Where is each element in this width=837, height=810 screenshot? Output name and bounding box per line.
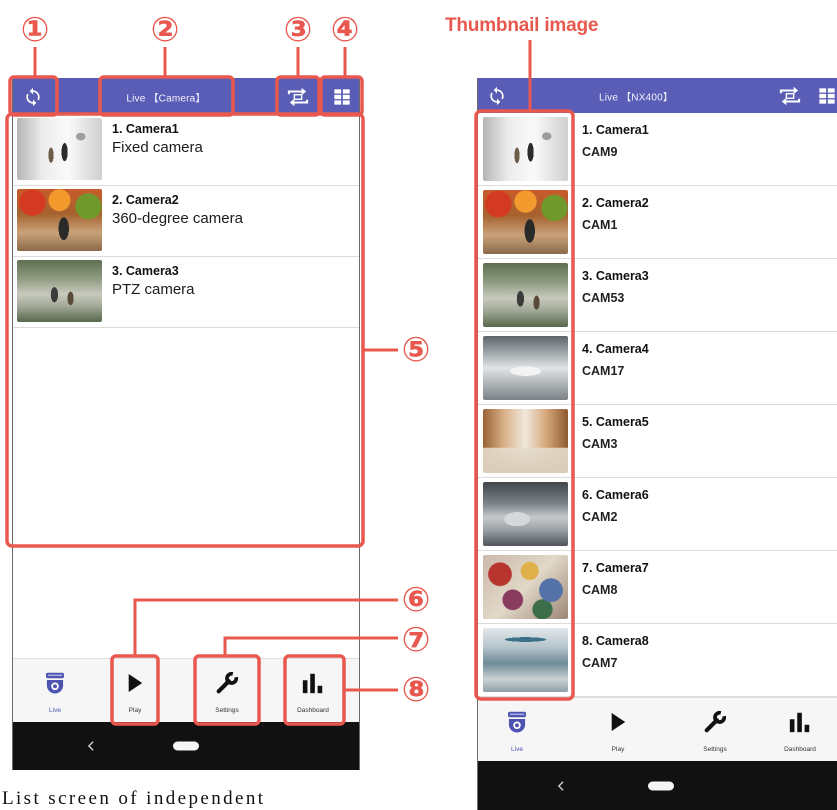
nav-live[interactable]: Live <box>23 659 87 723</box>
camera-name: 4. Camera4 <box>582 342 649 356</box>
sync-icon[interactable] <box>487 86 507 106</box>
camera-id: CAM3 <box>582 437 618 451</box>
nav-dashboard[interactable]: Dashboard <box>281 659 345 723</box>
callout-number-5: ⑤ <box>401 330 431 370</box>
nav-label: Live <box>511 746 523 753</box>
camera-list-item[interactable]: 2. Camera2 360-degree camera <box>13 186 359 257</box>
camera-id: CAM8 <box>582 583 618 597</box>
thumbnail-image <box>483 628 568 692</box>
thumbnail-image <box>483 117 568 181</box>
nav-label: Live <box>49 707 61 714</box>
thumbnail-image <box>17 260 102 322</box>
bottom-nav: Live Play Settings Dashboard <box>13 658 359 723</box>
nav-dashboard[interactable]: Dashboard <box>768 698 832 762</box>
nav-label: Dashboard <box>297 707 329 714</box>
thumbnail-image <box>483 482 568 546</box>
callout-number-2: ② <box>150 10 180 50</box>
callout-number-4: ④ <box>330 10 360 50</box>
thumbnail-image <box>483 263 568 327</box>
thumbnail-image <box>483 336 568 400</box>
camera-list-item[interactable]: 7. Camera7 CAM8 <box>478 551 837 624</box>
play-icon <box>609 710 627 734</box>
camera-name: 3. Camera3 <box>582 269 649 283</box>
switch-icon[interactable] <box>286 87 310 107</box>
thumbnail-image <box>483 190 568 254</box>
grid-icon[interactable] <box>819 87 836 104</box>
callout-number-7: ⑦ <box>401 620 431 660</box>
camera-id: CAM2 <box>582 510 618 524</box>
camera-name: 2. Camera2 <box>112 193 179 207</box>
right-phone-screen: Live 【NX400】 1. Camera1 CAM9 2. Camera2 … <box>477 78 837 810</box>
figure-caption: List screen of independent <box>2 788 266 809</box>
callout-number-1: ① <box>20 10 50 50</box>
camera-name: 1. Camera1 <box>582 123 649 137</box>
camera-name: 8. Camera8 <box>582 634 649 648</box>
bar-chart-icon <box>788 710 812 734</box>
camera-id: CAM9 <box>582 145 618 159</box>
camera-list-item[interactable]: 5. Camera5 CAM3 <box>478 405 837 478</box>
nav-play[interactable]: Play <box>103 659 167 723</box>
thumbnail-image <box>17 189 102 251</box>
system-nav-bar <box>478 761 837 810</box>
nav-play[interactable]: Play <box>586 698 650 762</box>
camera-id: CAM53 <box>582 291 625 305</box>
thumbnail-image <box>483 409 568 473</box>
nav-label: Play <box>128 707 142 714</box>
dome-camera-icon <box>506 710 528 737</box>
wrench-icon <box>702 710 728 734</box>
bottom-nav: Live Play Settings Dashboard <box>478 697 837 762</box>
camera-id: CAM7 <box>582 656 618 670</box>
nav-settings[interactable]: Settings <box>683 698 747 762</box>
camera-type: 360-degree camera <box>112 210 243 227</box>
thumbnail-image <box>483 555 568 619</box>
screen-title[interactable]: Live 【NX400】 <box>599 88 673 103</box>
camera-list-item[interactable]: 1. Camera1 CAM9 <box>478 113 837 186</box>
camera-list-item[interactable]: 3. Camera3 CAM53 <box>478 259 837 332</box>
home-pill-icon[interactable] <box>648 781 674 790</box>
back-icon[interactable] <box>557 780 565 791</box>
app-header: Live 【NX400】 <box>478 78 837 113</box>
grid-icon[interactable] <box>334 88 351 105</box>
bar-chart-icon <box>301 671 325 695</box>
home-pill-icon[interactable] <box>173 741 199 751</box>
camera-name: 3. Camera3 <box>112 264 179 278</box>
play-icon <box>126 671 144 695</box>
sync-icon[interactable] <box>23 87 43 107</box>
camera-id: CAM17 <box>582 364 625 378</box>
screen-title[interactable]: Live 【Camera】 <box>126 89 205 104</box>
nav-label: Settings <box>215 707 239 714</box>
app-header: Live 【Camera】 <box>13 78 359 115</box>
camera-type: PTZ camera <box>112 281 195 298</box>
camera-name: 7. Camera7 <box>582 561 649 575</box>
camera-id: CAM1 <box>582 218 618 232</box>
left-phone-screen: Live 【Camera】 1. Camera1 Fixed camera 2.… <box>12 78 360 770</box>
dome-camera-icon <box>44 671 66 698</box>
camera-list-item[interactable]: 1. Camera1 Fixed camera <box>13 115 359 186</box>
camera-list-item[interactable]: 8. Camera8 CAM7 <box>478 624 837 697</box>
callout-number-8: ⑧ <box>401 670 431 710</box>
camera-list-item[interactable]: 4. Camera4 CAM17 <box>478 332 837 405</box>
camera-list-item[interactable]: 2. Camera2 CAM1 <box>478 186 837 259</box>
nav-settings[interactable]: Settings <box>195 659 259 723</box>
camera-name: 2. Camera2 <box>582 196 649 210</box>
nav-label: Dashboard <box>784 746 816 753</box>
nav-label: Settings <box>703 746 727 753</box>
camera-type: Fixed camera <box>112 139 203 156</box>
camera-name: 1. Camera1 <box>112 122 179 136</box>
nav-live[interactable]: Live <box>485 698 549 762</box>
callout-number-3: ③ <box>283 10 313 50</box>
system-nav-bar <box>13 722 359 770</box>
wrench-icon <box>214 671 240 695</box>
camera-list-item[interactable]: 3. Camera3 PTZ camera <box>13 257 359 328</box>
camera-name: 6. Camera6 <box>582 488 649 502</box>
switch-icon[interactable] <box>778 86 802 106</box>
back-icon[interactable] <box>87 741 95 751</box>
thumbnail-image-label: Thumbnail image <box>445 15 599 36</box>
camera-name: 5. Camera5 <box>582 415 649 429</box>
thumbnail-image <box>17 118 102 180</box>
camera-list-item[interactable]: 6. Camera6 CAM2 <box>478 478 837 551</box>
callout-number-6: ⑥ <box>401 580 431 620</box>
nav-label: Play <box>611 746 625 753</box>
